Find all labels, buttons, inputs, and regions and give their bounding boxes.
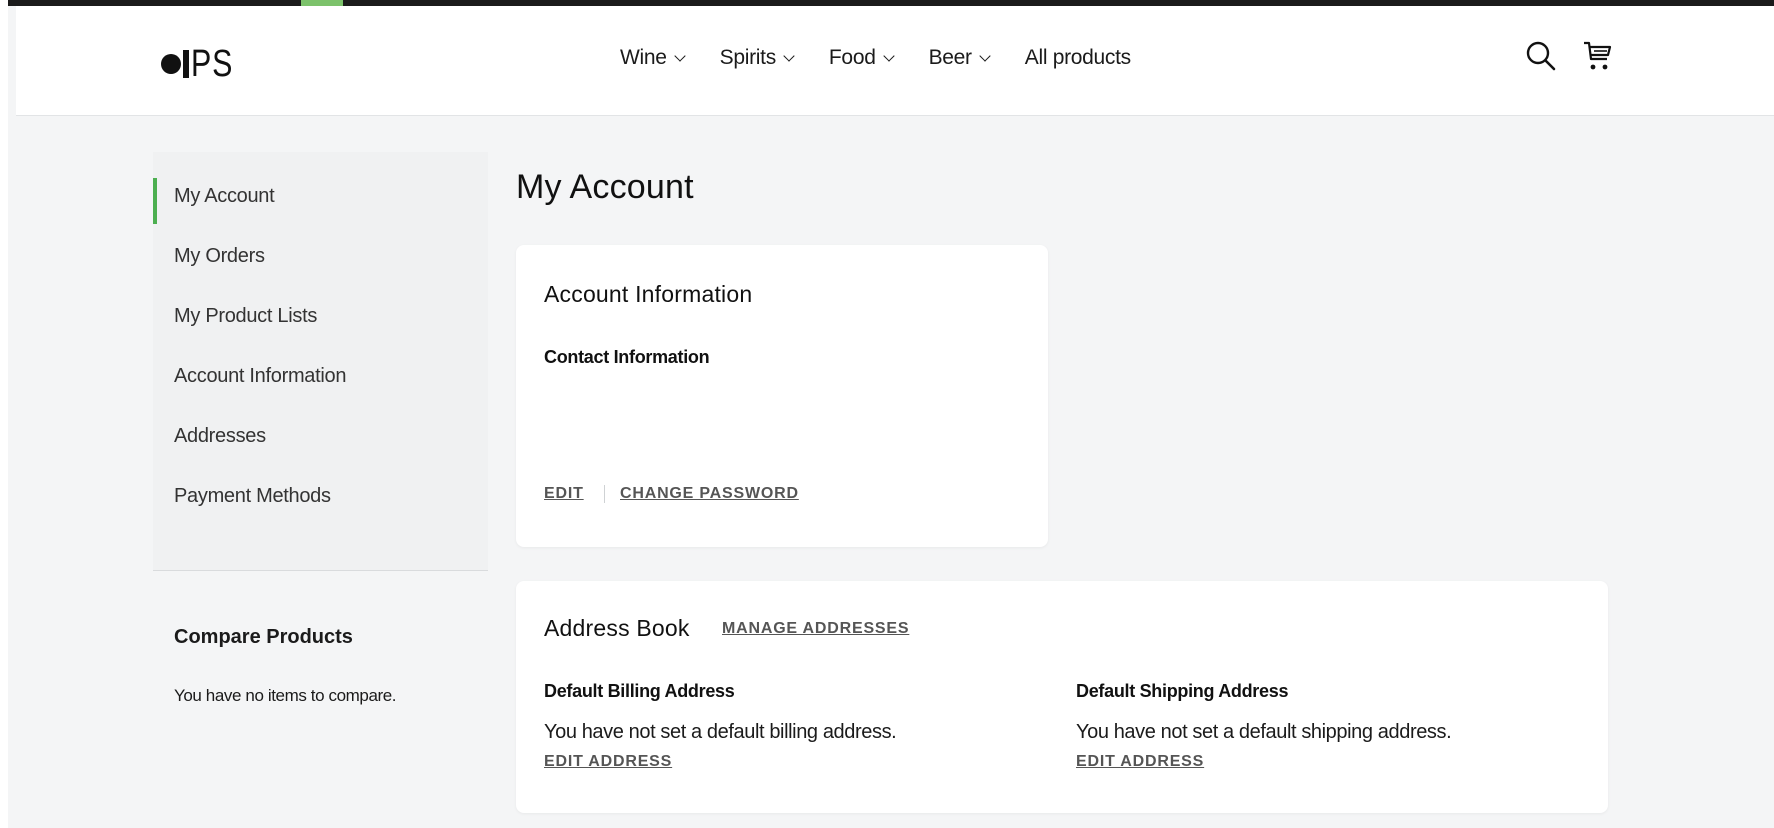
address-book-card: Address Book MANAGE ADDRESSES Default Bi… [516, 581, 1608, 813]
chevron-down-icon [882, 50, 895, 62]
address-book-title: Address Book [544, 615, 690, 641]
edit-shipping-address-link[interactable]: EDIT ADDRESS [1076, 753, 1204, 771]
nav-item-beer[interactable]: Beer [929, 46, 991, 70]
link-separator [604, 485, 605, 503]
edit-account-link[interactable]: EDIT [544, 485, 584, 503]
sidebar-item-my-product-lists[interactable]: My Product Lists [153, 286, 488, 346]
chevron-down-icon [979, 50, 991, 62]
manage-addresses-link[interactable]: MANAGE ADDRESSES [722, 620, 909, 638]
default-shipping-title: Default Shipping Address [1076, 681, 1289, 701]
default-shipping-text: You have not set a default shipping addr… [1076, 721, 1452, 743]
sidebar-item-account-information[interactable]: Account Information [153, 346, 488, 406]
sidebar-item-addresses[interactable]: Addresses [153, 406, 488, 466]
page-title: My Account [516, 168, 694, 206]
sidebar-divider [153, 570, 488, 571]
chevron-down-icon [673, 50, 686, 62]
logo-text: PS [191, 42, 234, 85]
chevron-down-icon [783, 50, 795, 62]
sidebar-item-my-account[interactable]: My Account [153, 166, 488, 226]
page: PS Wine Spirits Food Beer All products M… [0, 0, 1774, 828]
contact-information-title: Contact Information [544, 347, 710, 367]
compare-products-title: Compare Products [174, 626, 353, 648]
nav-item-spirits[interactable]: Spirits [720, 46, 795, 70]
main-nav: Wine Spirits Food Beer All products [620, 40, 1167, 76]
default-billing-title: Default Billing Address [544, 681, 735, 701]
cart-icon[interactable] [1579, 36, 1615, 76]
account-information-title: Account Information [544, 281, 753, 307]
sidebar-item-payment-methods[interactable]: Payment Methods [153, 466, 488, 526]
nav-item-food[interactable]: Food [829, 46, 895, 70]
change-password-link[interactable]: CHANGE PASSWORD [620, 485, 799, 503]
default-billing-text: You have not set a default billing addre… [544, 721, 897, 743]
header-actions [1523, 36, 1615, 76]
sidebar-item-my-orders[interactable]: My Orders [153, 226, 488, 286]
compare-empty-text: You have no items to compare. [174, 686, 397, 705]
search-icon[interactable] [1523, 36, 1559, 76]
site-logo[interactable]: PS [161, 42, 244, 86]
edit-billing-address-link[interactable]: EDIT ADDRESS [544, 753, 672, 771]
nav-item-wine[interactable]: Wine [620, 46, 686, 70]
account-sidebar: My Account My Orders My Product Lists Ac… [153, 152, 488, 570]
account-information-card: Account Information Contact Information … [516, 245, 1048, 547]
logo-mark-icon [161, 50, 189, 78]
nav-item-all-products[interactable]: All products [1025, 46, 1131, 70]
